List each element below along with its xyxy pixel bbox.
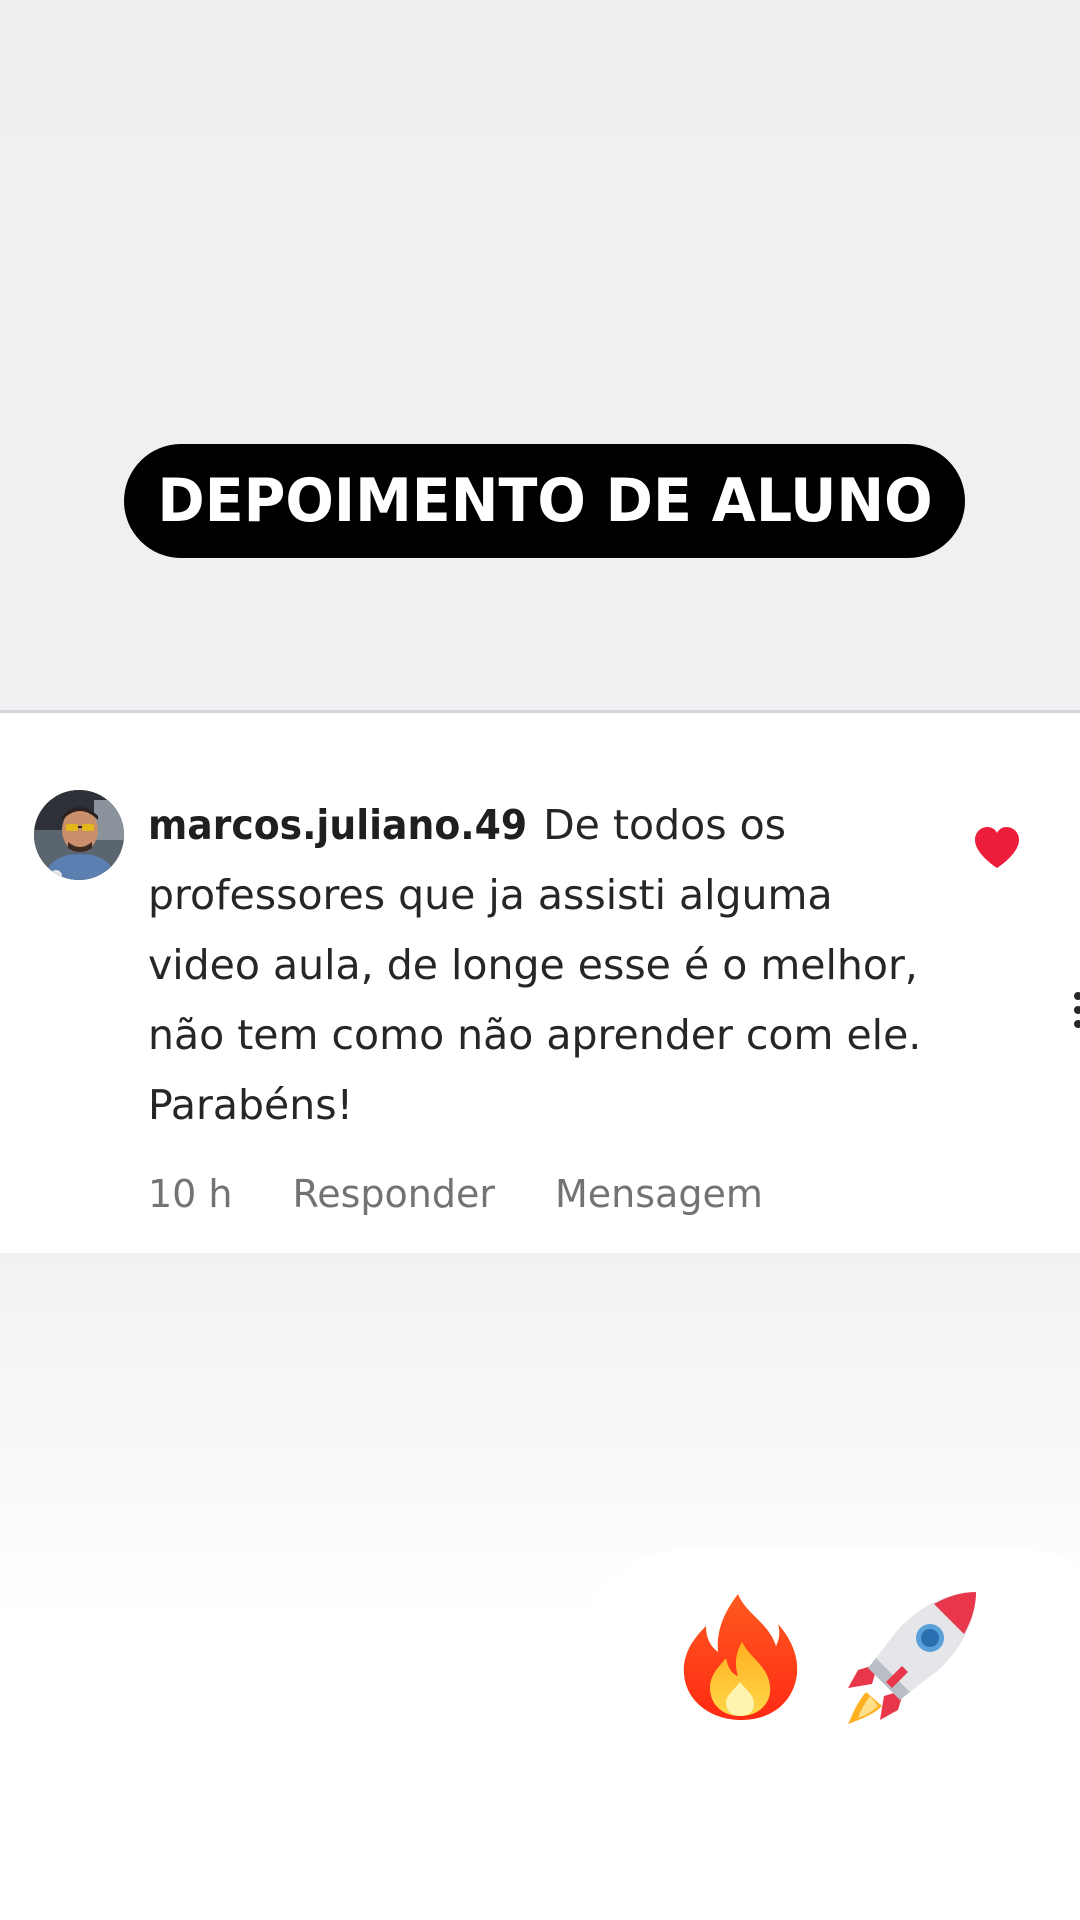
avatar[interactable] — [34, 790, 124, 880]
story-page: DEPOIMENTO DE ALUNO marcos.juliano.49 De… — [0, 0, 1080, 1920]
fire-emoji-icon[interactable] — [676, 1592, 806, 1722]
emoji-reaction-bubble — [575, 1550, 1080, 1770]
avatar-photo-icon — [34, 790, 124, 880]
heart-icon[interactable] — [973, 826, 1021, 870]
more-options-icon[interactable] — [1070, 990, 1080, 1030]
title-text: DEPOIMENTO DE ALUNO — [156, 466, 933, 536]
comment-body: marcos.juliano.49 De todos os professore… — [148, 790, 928, 1140]
comment-username[interactable]: marcos.juliano.49 — [148, 790, 527, 860]
comment-timestamp: 10 h — [148, 1172, 233, 1216]
message-button[interactable]: Mensagem — [555, 1172, 763, 1216]
rocket-emoji-icon[interactable] — [838, 1588, 980, 1730]
comment-meta-row: 10 h Responder Mensagem — [148, 1172, 763, 1216]
title-pill: DEPOIMENTO DE ALUNO — [124, 444, 965, 558]
reply-button[interactable]: Responder — [293, 1172, 495, 1216]
